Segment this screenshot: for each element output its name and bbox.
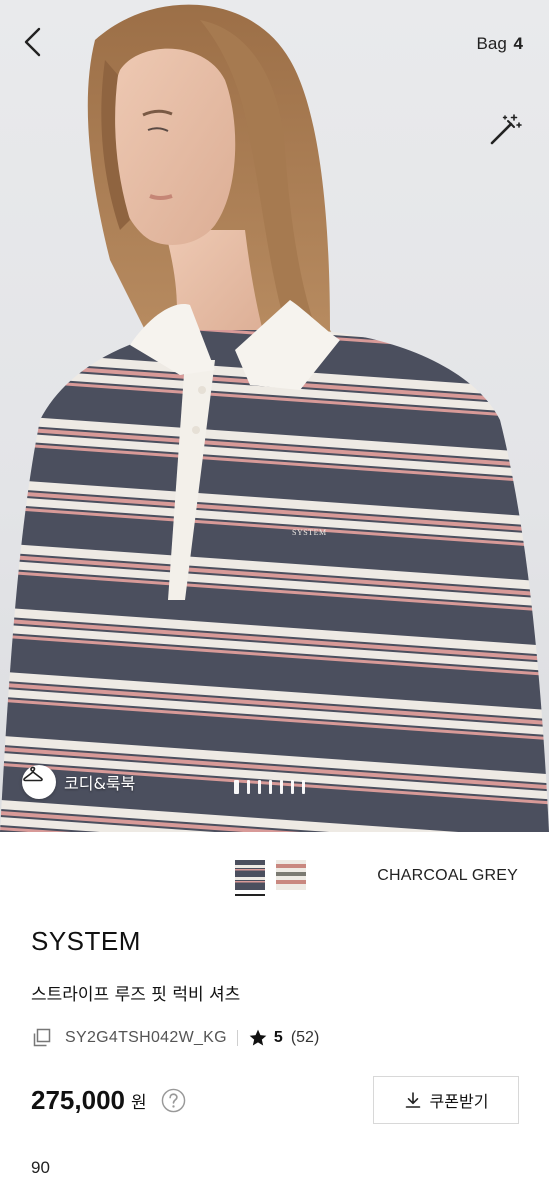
color-swatch-alternate[interactable] (276, 860, 306, 890)
lookbook-label: 코디&룩북 (64, 774, 136, 793)
bag-label: Bag (476, 34, 507, 53)
product-sku: SY2G4TSH042W_KG (65, 1029, 227, 1046)
magic-wand-icon (490, 114, 522, 145)
rating-score: 5 (273, 1029, 283, 1046)
page-indicator-bar (291, 780, 294, 794)
price-row: 275,000 원 (31, 1080, 186, 1120)
page-indicator-bar (247, 780, 250, 794)
image-page-indicator (234, 780, 305, 794)
page-indicator-bar (302, 780, 305, 794)
swatch-thumbnail (235, 860, 265, 890)
product-title: 스트라이프 루즈 핏 럭비 셔츠 (31, 985, 241, 1005)
page-indicator-bar (269, 780, 272, 794)
lookbook-icon-circle (22, 765, 56, 799)
page-indicator-bar (280, 780, 283, 794)
price-currency: 원 (130, 1092, 147, 1113)
page-indicator-bar (258, 780, 261, 794)
selected-swatch-underline (235, 894, 265, 896)
shirt-logo-text: SYSTEM (292, 528, 327, 537)
page-indicator-bar (234, 780, 239, 794)
price-value: 275,000 (31, 1084, 125, 1115)
magic-wand-button[interactable] (487, 112, 523, 148)
model-photo (0, 4, 549, 832)
product-hero-image[interactable]: SYSTEM Bag 4 코디&룩북 (0, 0, 549, 832)
lookbook-button[interactable]: 코디&룩북 (22, 763, 135, 801)
color-swatch-charcoal-grey[interactable] (235, 860, 265, 890)
selected-color-name: CHARCOAL GREY (377, 867, 518, 884)
chevron-left-icon (24, 27, 41, 57)
coupon-download-button[interactable]: 쿠폰받기 (373, 1076, 519, 1124)
question-icon[interactable] (161, 1088, 186, 1113)
meta-divider (236, 1030, 238, 1046)
star-icon (249, 1029, 267, 1046)
back-button[interactable] (22, 26, 58, 66)
coupon-label: 쿠폰받기 (429, 1092, 489, 1111)
hanger-icon (23, 766, 43, 782)
swatch-thumbnail (276, 860, 306, 890)
review-count[interactable]: (52) (291, 1029, 319, 1047)
product-meta-row: SY2G4TSH042W_KG 5 (52) (31, 1024, 319, 1052)
bag-button[interactable]: Bag 4 (477, 34, 523, 54)
brand-name[interactable]: SYSTEM (31, 926, 141, 957)
download-icon (405, 1092, 420, 1108)
copy-icon[interactable] (31, 1027, 53, 1049)
size-value: 90 (31, 1158, 50, 1177)
bag-count: 4 (513, 34, 523, 53)
color-selector: CHARCOAL GREY (0, 850, 549, 906)
